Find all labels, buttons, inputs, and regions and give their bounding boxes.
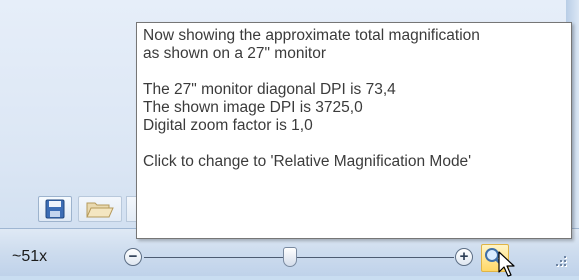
tooltip-line: Now showing the approximate total magnif…: [143, 27, 480, 44]
floppy-disk-icon: [45, 199, 65, 219]
zoom-in-button[interactable]: +: [455, 248, 473, 266]
zoom-slider-track[interactable]: [144, 257, 454, 258]
plus-circle-icon: +: [459, 248, 469, 265]
zoom-slider-thumb[interactable]: [282, 247, 297, 267]
tooltip-line: The shown image DPI is 3725,0: [143, 99, 363, 116]
tooltip-line: The 27" monitor diagonal DPI is 73,4: [143, 81, 396, 98]
folder-open-icon: [86, 202, 114, 218]
minus-circle-icon: −: [128, 248, 138, 265]
resize-grip-icon[interactable]: [552, 254, 568, 270]
open-button[interactable]: [78, 196, 122, 222]
zoom-out-button[interactable]: −: [124, 248, 142, 266]
tooltip-line: Click to change to 'Relative Magnificati…: [143, 153, 472, 170]
magnification-tooltip: Now showing the approximate total magnif…: [136, 22, 572, 239]
tooltip-line: Digital zoom factor is 1,0: [143, 117, 313, 134]
save-button[interactable]: [38, 196, 72, 222]
pointer-cursor-icon: [498, 251, 515, 277]
magnification-readout[interactable]: ~51x: [12, 248, 47, 266]
tooltip-line: as shown on a 27" monitor: [143, 45, 326, 62]
